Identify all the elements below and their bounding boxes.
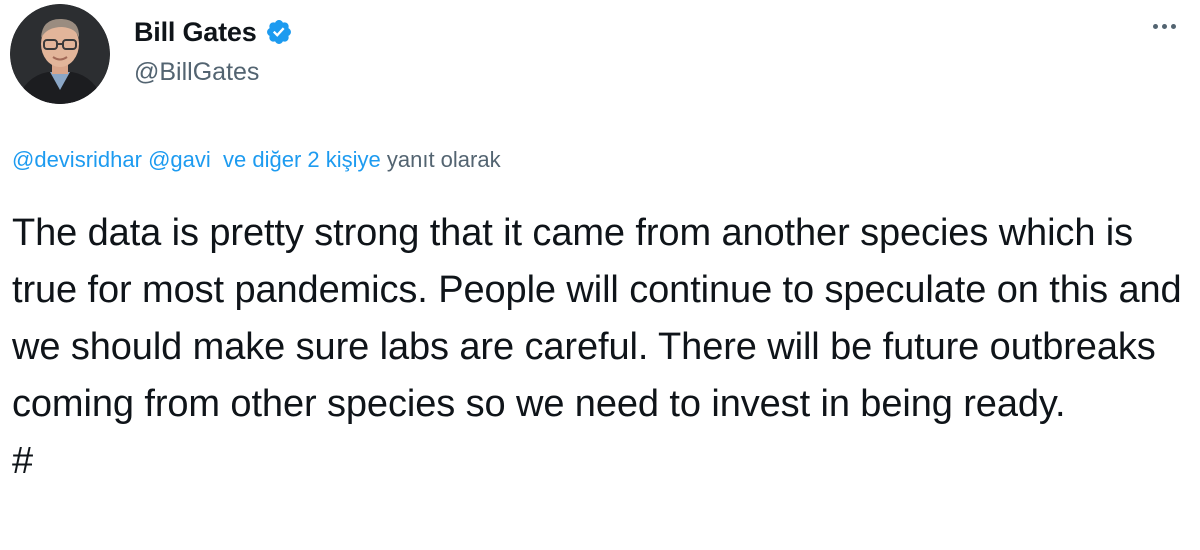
author-block: Bill Gates @BillGates	[134, 14, 293, 87]
reply-suffix: yanıt olarak	[386, 147, 501, 172]
tweet-hashtag[interactable]: #	[12, 440, 33, 482]
more-dot	[1170, 23, 1176, 29]
author-name[interactable]: Bill Gates	[134, 17, 257, 48]
tweet-text: The data is pretty strong that it came f…	[12, 205, 1187, 490]
more-dot	[1161, 23, 1167, 29]
reply-context: @devisridhar @gavi ve diğer 2 kişiye yan…	[12, 147, 501, 173]
more-options-icon[interactable]	[1146, 14, 1182, 38]
more-dot	[1152, 23, 1158, 29]
author-handle[interactable]: @BillGates	[134, 58, 293, 87]
reply-others-link[interactable]: ve diğer 2 kişiye	[223, 147, 381, 172]
avatar[interactable]	[10, 4, 110, 104]
verified-badge-icon	[266, 20, 291, 44]
reply-mention-gavi[interactable]: @gavi	[148, 147, 211, 172]
tweet-card: Bill Gates @BillGates @devisridhar @gavi…	[0, 0, 1200, 550]
avatar-image	[10, 4, 110, 104]
reply-mention-devisridhar[interactable]: @devisridhar	[12, 147, 142, 172]
tweet-text-body: The data is pretty strong that it came f…	[12, 212, 1182, 425]
author-name-row: Bill Gates	[134, 14, 293, 50]
